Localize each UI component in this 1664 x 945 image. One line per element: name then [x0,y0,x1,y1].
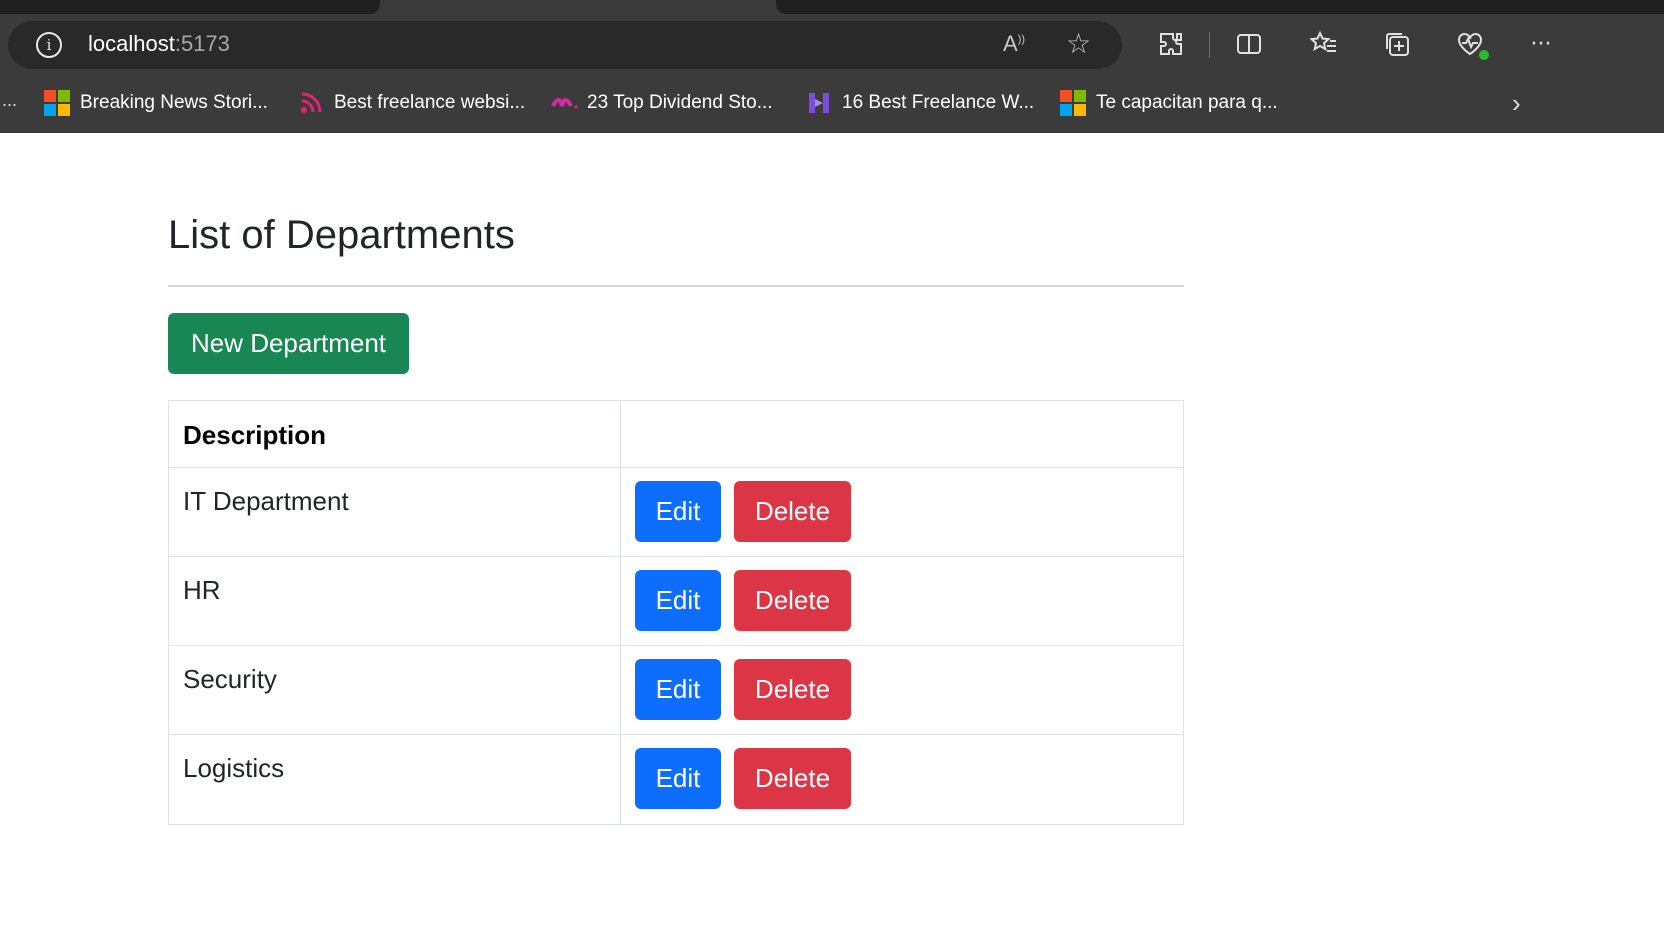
department-description: HR [183,575,221,605]
departments-table: Description IT Department Edit Delete HR… [168,400,1184,825]
extensions-icon[interactable] [1156,30,1186,60]
table-header-row: Description [169,401,1183,468]
table-row: IT Department Edit Delete [169,468,1183,557]
delete-button[interactable]: Delete [734,659,851,720]
department-description: Logistics [183,753,285,783]
department-description: IT Department [183,486,349,516]
rss-icon [298,90,324,116]
table-row: Security Edit Delete [169,646,1183,735]
url-text[interactable]: localhost:5173 [88,31,230,57]
cell-description: Logistics [169,735,621,824]
edit-button[interactable]: Edit [635,481,721,542]
cell-actions: Edit Delete [621,646,1183,734]
header-cell-description: Description [169,401,621,467]
tab-left[interactable] [0,0,380,14]
table-row: HR Edit Delete [169,557,1183,646]
url-host: localhost [88,31,175,56]
browser-health-icon[interactable] [1455,30,1489,60]
read-aloud-icon[interactable]: A)) [1003,31,1025,57]
edit-button[interactable]: Edit [635,570,721,631]
chevron-right-icon[interactable]: › [1512,88,1521,119]
cell-actions: Edit Delete [621,468,1183,556]
favorites-bar: ... Breaking News Stori... Best freelanc… [0,84,1664,122]
cell-description: Security [169,646,621,734]
site-info-icon[interactable]: i [36,32,62,58]
cell-description: HR [169,557,621,645]
favorite-item[interactable]: Breaking News Stori... [44,90,268,116]
department-description: Security [183,664,277,694]
address-bar[interactable]: i localhost:5173 A)) ☆ [8,21,1122,69]
favorite-label: Te capacitan para q... [1096,92,1278,113]
tab-right[interactable] [776,0,1664,14]
favorite-label: Best freelance websi... [334,92,526,113]
favorite-item[interactable]: Best freelance websi... [298,90,525,116]
page-title: List of Departments [168,213,515,257]
microsoft-icon [1060,90,1086,116]
favorite-item[interactable]: Te capacitan para q... [1060,90,1278,116]
cell-actions: Edit Delete [621,557,1183,645]
tab-strip [0,0,1664,14]
toolbar-separator [1209,32,1210,58]
favorite-label: 16 Best Freelance W... [842,92,1035,113]
header-cell-actions [621,401,1183,467]
favorites-overflow[interactable]: ... [2,90,17,111]
favorite-label: 23 Top Dividend Sto... [587,92,773,113]
h-logo-icon [806,90,832,116]
collections-icon[interactable] [1382,30,1412,60]
title-divider [168,285,1184,287]
favorites-list-icon[interactable] [1309,30,1339,60]
microsoft-icon [44,90,70,116]
browser-chrome: i localhost:5173 A)) ☆ ··· ... Breaking … [0,0,1664,133]
health-status-dot [1479,50,1489,60]
edit-button[interactable]: Edit [635,659,721,720]
more-menu-icon[interactable]: ··· [1526,30,1556,60]
favorite-item[interactable]: 16 Best Freelance W... [806,90,1034,116]
split-screen-icon[interactable] [1234,30,1264,60]
new-department-button[interactable]: New Department [168,313,409,374]
wave-logo-icon [551,90,578,116]
cell-description: IT Department [169,468,621,556]
favorite-item[interactable]: 23 Top Dividend Sto... [551,90,773,116]
url-port: :5173 [174,31,230,56]
edit-button[interactable]: Edit [635,748,721,809]
cell-actions: Edit Delete [621,735,1183,824]
delete-button[interactable]: Delete [734,481,851,542]
delete-button[interactable]: Delete [734,570,851,631]
column-header-description: Description [183,420,327,450]
favorite-label: Breaking News Stori... [80,92,268,113]
delete-button[interactable]: Delete [734,748,851,809]
favorite-star-icon[interactable]: ☆ [1066,27,1091,60]
table-row: Logistics Edit Delete [169,735,1183,824]
